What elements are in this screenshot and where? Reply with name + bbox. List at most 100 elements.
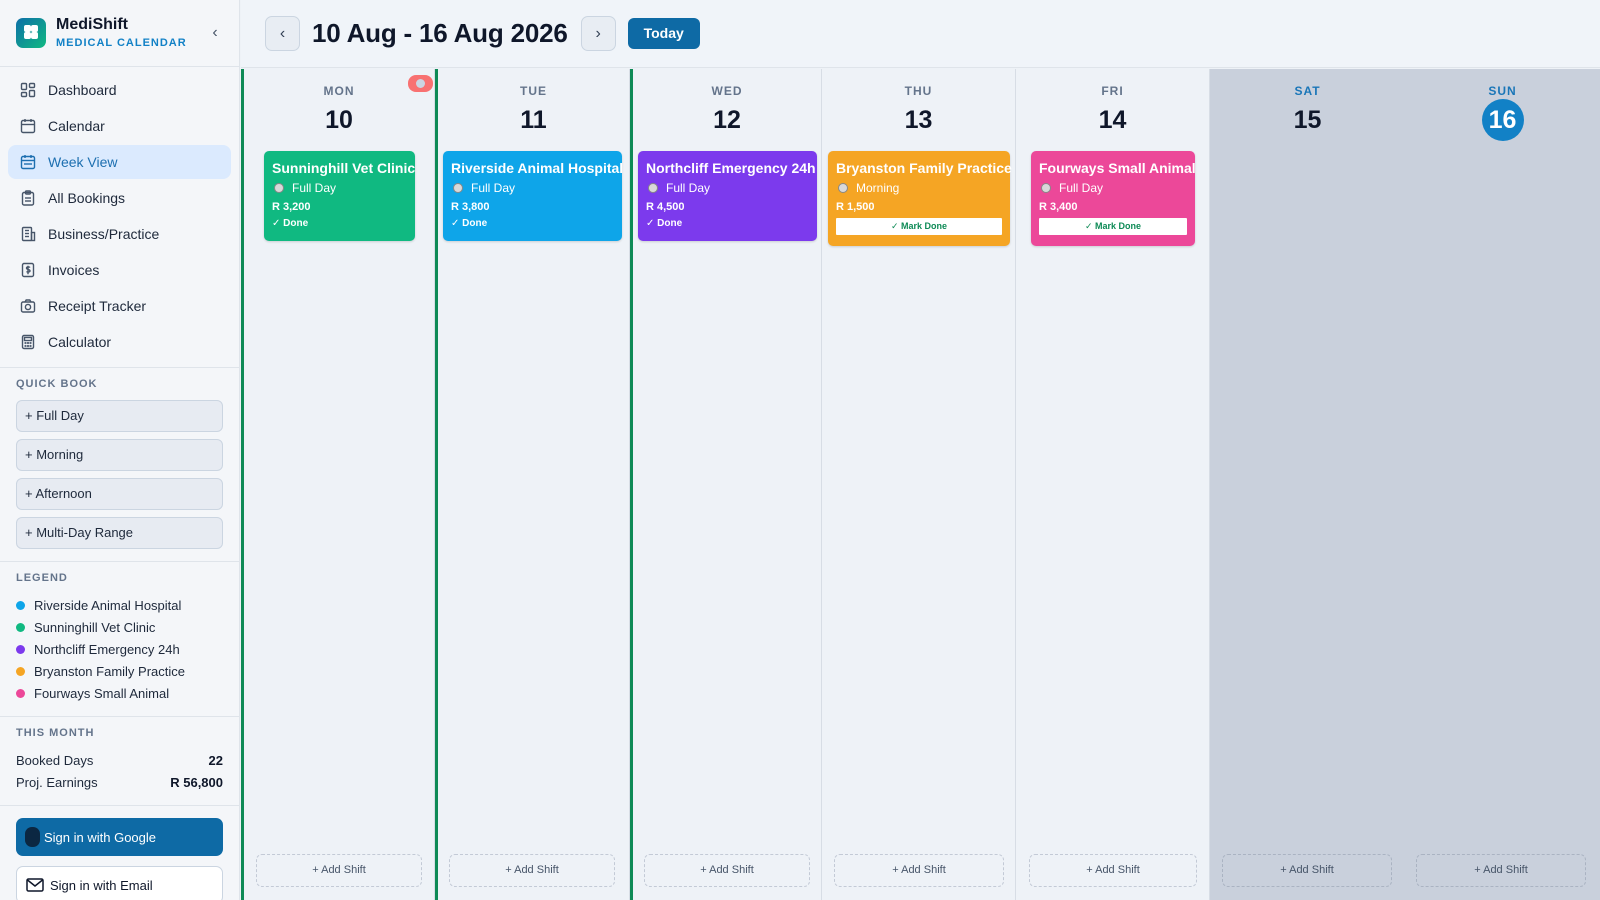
- sign-in-google-button[interactable]: Sign in with Google: [16, 818, 223, 856]
- projected-earnings-label: Proj. Earnings: [16, 774, 98, 790]
- shift-practice-name: Fourways Small Animal: [1039, 160, 1196, 176]
- shift-time-label: Full Day: [1059, 181, 1104, 195]
- invoice-icon: [21, 262, 35, 278]
- day-header: SAT 15: [1210, 69, 1405, 147]
- shift-card[interactable]: Bryanston Family Practice Morning R 1,50…: [828, 151, 1012, 246]
- mark-done-button[interactable]: ✓ Mark Done: [836, 218, 1002, 235]
- sidebar-item-calculator[interactable]: Calculator: [8, 325, 231, 359]
- day-of-week: THU: [904, 84, 933, 98]
- sidebar-item-dashboard[interactable]: Dashboard: [8, 73, 231, 107]
- legend-label: Fourways Small Animal: [34, 685, 170, 701]
- day-column-fri[interactable]: FRI 14 Fourways Small Animal Full Day R …: [1016, 69, 1210, 900]
- sidebar-item-invoices[interactable]: Invoices: [8, 253, 231, 287]
- clock-icon: [453, 183, 463, 193]
- shift-time: Full Day: [451, 181, 614, 195]
- projected-earnings-value: R 56,800: [170, 774, 223, 790]
- sidebar-item-label: Invoices: [48, 262, 100, 278]
- sidebar: MediShift MEDICAL CALENDAR ‹ Dashboard C…: [0, 0, 240, 900]
- quick-book-multi-day-button[interactable]: + Multi-Day Range: [16, 517, 223, 549]
- add-shift-button[interactable]: + Add Shift: [644, 854, 810, 887]
- day-column-thu[interactable]: THU 13 Bryanston Family Practice Morning…: [822, 69, 1016, 900]
- day-header: THU 13: [822, 69, 1015, 147]
- sidebar-item-calendar[interactable]: Calendar: [8, 109, 231, 143]
- shift-practice-name: Northcliff Emergency 24h: [646, 160, 816, 176]
- quick-book-morning-button[interactable]: + Morning: [16, 439, 223, 471]
- day-column-mon[interactable]: MON 10 Sunninghill Vet Clinic Full Day R…: [241, 69, 435, 900]
- next-week-button[interactable]: ›: [580, 16, 616, 51]
- day-header: TUE 11: [438, 69, 629, 147]
- add-shift-button[interactable]: + Add Shift: [449, 854, 615, 887]
- mark-done-button[interactable]: ✓ Mark Done: [1039, 218, 1187, 235]
- quick-book-full-day-button[interactable]: + Full Day: [16, 400, 223, 432]
- shift-card[interactable]: Northcliff Emergency 24h Full Day R 4,50…: [638, 151, 817, 241]
- sign-in-email-button[interactable]: Sign in with Email: [16, 866, 223, 900]
- previous-week-button[interactable]: ‹: [265, 16, 300, 51]
- day-number: 12: [713, 106, 741, 134]
- day-of-week: SUN: [1488, 84, 1517, 98]
- clock-icon: [274, 183, 284, 193]
- this-month-title: THIS MONTH: [16, 727, 95, 739]
- legend-label: Riverside Animal Hospital: [34, 597, 182, 613]
- legend-dot: [16, 688, 25, 698]
- shift-done-status: ✓ Done: [646, 218, 683, 229]
- today-button[interactable]: Today: [627, 18, 700, 49]
- notification-badge[interactable]: [408, 75, 433, 92]
- legend-item: Bryanston Family Practice: [16, 660, 223, 682]
- day-header: FRI 14: [1016, 69, 1209, 147]
- sidebar-item-business-practice[interactable]: Business/Practice: [8, 217, 231, 251]
- shift-card[interactable]: Riverside Animal Hospital Full Day R 3,8…: [443, 151, 623, 241]
- sidebar-item-all-bookings[interactable]: All Bookings: [8, 181, 231, 215]
- this-month-section: THIS MONTH Booked Days 22 Proj. Earnings…: [0, 717, 239, 806]
- day-column-sat[interactable]: SAT 15 + Add Shift: [1210, 69, 1405, 900]
- add-shift-button[interactable]: + Add Shift: [1222, 854, 1392, 887]
- day-number: 10: [325, 106, 353, 134]
- day-number: 13: [904, 106, 933, 134]
- app-name: MediShift: [56, 16, 128, 33]
- booked-days-value: 22: [208, 752, 223, 768]
- shift-done-status: ✓ Done: [272, 218, 309, 229]
- auth-section: Sign in with Google Sign in with Email: [0, 806, 239, 900]
- sidebar-item-label: Receipt Tracker: [48, 298, 147, 314]
- legend-label: Bryanston Family Practice: [34, 663, 185, 679]
- day-of-week: MON: [323, 84, 355, 98]
- day-column-sun[interactable]: SUN 16 + Add Shift: [1405, 69, 1600, 900]
- shift-time: Full Day: [272, 181, 407, 195]
- day-of-week: SAT: [1294, 84, 1321, 98]
- brand-header: MediShift MEDICAL CALENDAR ‹: [0, 0, 239, 67]
- day-of-week: WED: [711, 84, 743, 98]
- mail-icon: [26, 878, 44, 892]
- calendar-icon: [20, 119, 36, 134]
- week-grid: MON 10 Sunninghill Vet Clinic Full Day R…: [241, 69, 1600, 900]
- shift-time-label: Morning: [856, 181, 900, 195]
- add-shift-button[interactable]: + Add Shift: [834, 854, 1004, 887]
- day-number: 11: [520, 106, 547, 134]
- shift-card[interactable]: Sunninghill Vet Clinic Full Day R 3,200 …: [264, 151, 415, 241]
- clipboard-icon: [21, 190, 35, 206]
- dashboard-icon: [20, 82, 36, 98]
- day-column-tue[interactable]: TUE 11 Riverside Animal Hospital Full Da…: [435, 69, 630, 900]
- sidebar-item-week-view[interactable]: Week View: [8, 145, 231, 179]
- shift-card[interactable]: Fourways Small Animal Full Day R 3,400 ✓…: [1031, 151, 1196, 246]
- building-icon: [21, 226, 36, 242]
- collapse-sidebar-icon[interactable]: ‹: [207, 24, 223, 42]
- day-column-wed[interactable]: WED 12 Northcliff Emergency 24h Full Day…: [630, 69, 822, 900]
- sidebar-nav: Dashboard Calendar Week View All Booking…: [0, 67, 239, 368]
- calculator-icon: [21, 334, 35, 350]
- sidebar-item-label: Calendar: [48, 118, 105, 134]
- add-shift-button[interactable]: + Add Shift: [1416, 854, 1586, 887]
- sidebar-item-label: All Bookings: [48, 190, 126, 206]
- shift-time: Full Day: [1039, 181, 1187, 195]
- add-shift-button[interactable]: + Add Shift: [1029, 854, 1197, 887]
- shift-done-status: ✓ Done: [451, 218, 488, 229]
- legend-item: Riverside Animal Hospital: [16, 594, 223, 616]
- shift-price: R 3,800: [451, 201, 490, 213]
- quick-book-afternoon-button[interactable]: + Afternoon: [16, 478, 223, 510]
- legend-dot: [16, 644, 25, 654]
- legend-item: Northcliff Emergency 24h: [16, 638, 223, 660]
- add-shift-button[interactable]: + Add Shift: [256, 854, 422, 887]
- medishift-logo-icon: [16, 18, 46, 48]
- sidebar-item-receipt-tracker[interactable]: Receipt Tracker: [8, 289, 231, 323]
- legend-title: LEGEND: [16, 572, 68, 584]
- legend-item: Sunninghill Vet Clinic: [16, 616, 223, 638]
- shift-price: R 3,200: [272, 201, 311, 213]
